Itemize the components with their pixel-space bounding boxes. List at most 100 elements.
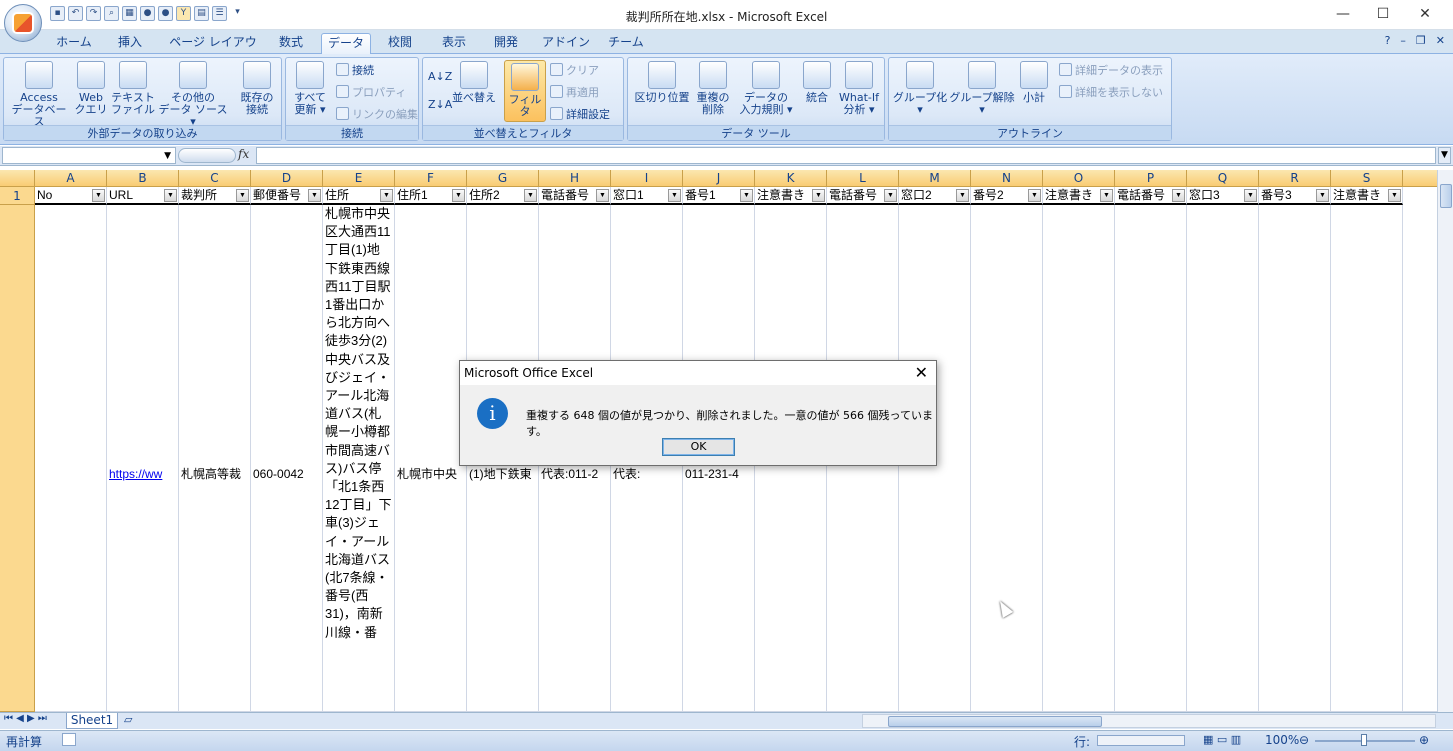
filter-dropdown-icon[interactable]: ▼ — [1244, 189, 1257, 202]
chevron-down-icon[interactable]: ▼ — [164, 148, 171, 164]
filter-dropdown-icon[interactable]: ▼ — [668, 189, 681, 202]
consolidate-button[interactable]: 統合 — [800, 61, 834, 104]
maximize-icon[interactable]: ☐ — [1368, 6, 1398, 22]
filter-dropdown-icon[interactable]: ▼ — [1388, 189, 1401, 202]
cell-q2[interactable] — [1187, 205, 1259, 712]
dialog-close-icon[interactable]: ✕ — [915, 363, 928, 383]
column-header-h[interactable]: H — [539, 170, 611, 187]
cell-a2[interactable] — [35, 205, 107, 712]
column-header-g[interactable]: G — [467, 170, 539, 187]
filter-dropdown-icon[interactable]: ▼ — [164, 189, 177, 202]
ungroup-button[interactable]: グループ解除 ▾ — [949, 61, 1015, 116]
header-cell[interactable]: 裁判所 ▼ — [179, 187, 251, 205]
web-query-button[interactable]: Web クエリ — [74, 61, 108, 116]
access-button[interactable]: Access データベース — [7, 61, 71, 128]
group-button[interactable]: グループ化 ▾ — [892, 61, 948, 116]
select-all-corner[interactable] — [0, 170, 35, 187]
data-validation-button[interactable]: データの 入力規則 ▾ — [735, 61, 797, 116]
close-icon[interactable]: ✕ — [1410, 6, 1440, 22]
properties-button[interactable]: プロパティ — [336, 85, 406, 100]
refresh-all-button[interactable]: すべて 更新 ▾ — [290, 61, 330, 116]
filter-dropdown-icon[interactable]: ▼ — [740, 189, 753, 202]
existing-connections-button[interactable]: 既存の 接続 — [236, 61, 278, 116]
cell-e2[interactable]: 札幌市中央区大通西11丁目(1)地下鉄東西線西11丁目駅1番出口から北方向へ徒歩… — [323, 205, 395, 712]
connections-button[interactable]: 接続 — [336, 63, 374, 78]
filter-dropdown-icon[interactable]: ▼ — [1172, 189, 1185, 202]
ribbon-close-icon[interactable]: ✕ — [1436, 34, 1445, 47]
insert-sheet-icon[interactable]: ▱ — [124, 713, 132, 726]
column-header-m[interactable]: M — [899, 170, 971, 187]
zoom-level[interactable]: 100% — [1265, 733, 1299, 747]
cell-s2[interactable] — [1331, 205, 1403, 712]
filter-dropdown-icon[interactable]: ▼ — [524, 189, 537, 202]
tab-data[interactable]: データ — [321, 33, 371, 54]
cell-d2[interactable]: 060-0042 — [251, 205, 323, 712]
advanced-filter-button[interactable]: 詳細設定 — [550, 107, 610, 122]
insert-function-icon[interactable]: fx — [238, 147, 249, 161]
name-box[interactable]: ▼ — [2, 147, 176, 164]
column-header-l[interactable]: L — [827, 170, 899, 187]
header-cell[interactable]: 窓口2 ▼ — [899, 187, 971, 205]
filter-dropdown-icon[interactable]: ▼ — [92, 189, 105, 202]
tab-team[interactable]: チーム — [606, 33, 646, 54]
help-icon[interactable]: ? — [1385, 34, 1391, 47]
vertical-scroll-thumb[interactable] — [1440, 184, 1452, 208]
zoom-out-icon[interactable]: ⊖ — [1299, 733, 1309, 747]
filter-dropdown-icon[interactable]: ▼ — [1316, 189, 1329, 202]
header-cell[interactable]: 番号1 ▼ — [683, 187, 755, 205]
sort-button[interactable]: 並べ替え — [451, 61, 497, 104]
horizontal-scroll-thumb[interactable] — [888, 716, 1102, 727]
filter-dropdown-icon[interactable]: ▼ — [596, 189, 609, 202]
column-header-a[interactable]: A — [35, 170, 107, 187]
column-header-o[interactable]: O — [1043, 170, 1115, 187]
edit-links-button[interactable]: リンクの編集 — [336, 107, 418, 122]
office-button[interactable] — [4, 4, 42, 42]
hide-detail-button[interactable]: 詳細を表示しない — [1059, 85, 1163, 100]
sheet-tab-sheet1[interactable]: Sheet1 — [66, 713, 118, 729]
ok-button[interactable]: OK — [662, 438, 735, 456]
header-cell[interactable]: 住所 ▼ — [323, 187, 395, 205]
vertical-scrollbar[interactable] — [1437, 170, 1453, 712]
filter-dropdown-icon[interactable]: ▼ — [236, 189, 249, 202]
column-header-t[interactable] — [1403, 170, 1437, 187]
cell-r2[interactable] — [1259, 205, 1331, 712]
column-header-d[interactable]: D — [251, 170, 323, 187]
tab-review[interactable]: 校閲 — [380, 33, 420, 54]
filter-dropdown-icon[interactable]: ▼ — [380, 189, 393, 202]
formula-input[interactable] — [256, 147, 1436, 164]
tab-view[interactable]: 表示 — [434, 33, 474, 54]
column-header-c[interactable]: C — [179, 170, 251, 187]
clear-button[interactable]: クリア — [550, 63, 599, 78]
row-header-2[interactable] — [0, 205, 35, 712]
cell-t2[interactable] — [1403, 205, 1437, 712]
cell-c2[interactable]: 札幌高等裁 — [179, 205, 251, 712]
tab-home[interactable]: ホーム — [52, 33, 96, 54]
reapply-button[interactable]: 再適用 — [550, 85, 599, 100]
text-to-columns-button[interactable]: 区切り位置 — [631, 61, 693, 104]
row-header-1[interactable]: 1 — [0, 187, 35, 205]
header-cell[interactable]: 注意書き ▼ — [1331, 187, 1403, 205]
header-cell[interactable]: 注意書き ▼ — [1043, 187, 1115, 205]
cell-p2[interactable] — [1115, 205, 1187, 712]
column-header-k[interactable]: K — [755, 170, 827, 187]
sort-az-icon[interactable]: A↓Z — [428, 70, 452, 84]
filter-dropdown-icon[interactable]: ▼ — [308, 189, 321, 202]
column-header-s[interactable]: S — [1331, 170, 1403, 187]
filter-dropdown-icon[interactable]: ▼ — [452, 189, 465, 202]
cell-b2[interactable]: https://ww — [107, 205, 179, 712]
filter-dropdown-icon[interactable]: ▼ — [812, 189, 825, 202]
header-cell[interactable]: 番号2 ▼ — [971, 187, 1043, 205]
zoom-slider-thumb[interactable] — [1361, 734, 1367, 746]
tab-addins[interactable]: アドイン — [540, 33, 592, 54]
tab-developer[interactable]: 開発 — [486, 33, 526, 54]
other-sources-button[interactable]: その他の データ ソース ▾ — [156, 61, 230, 128]
header-cell[interactable]: 窓口3 ▼ — [1187, 187, 1259, 205]
subtotal-button[interactable]: 小計 — [1017, 61, 1051, 104]
ribbon-restore-icon[interactable]: ❐ — [1416, 34, 1426, 47]
horizontal-scrollbar[interactable] — [862, 714, 1436, 728]
header-cell[interactable]: No ▼ — [35, 187, 107, 205]
column-header-r[interactable]: R — [1259, 170, 1331, 187]
sort-za-icon[interactable]: Z↓A — [428, 98, 452, 112]
cell-n2[interactable] — [971, 205, 1043, 712]
header-cell[interactable]: 住所2 ▼ — [467, 187, 539, 205]
